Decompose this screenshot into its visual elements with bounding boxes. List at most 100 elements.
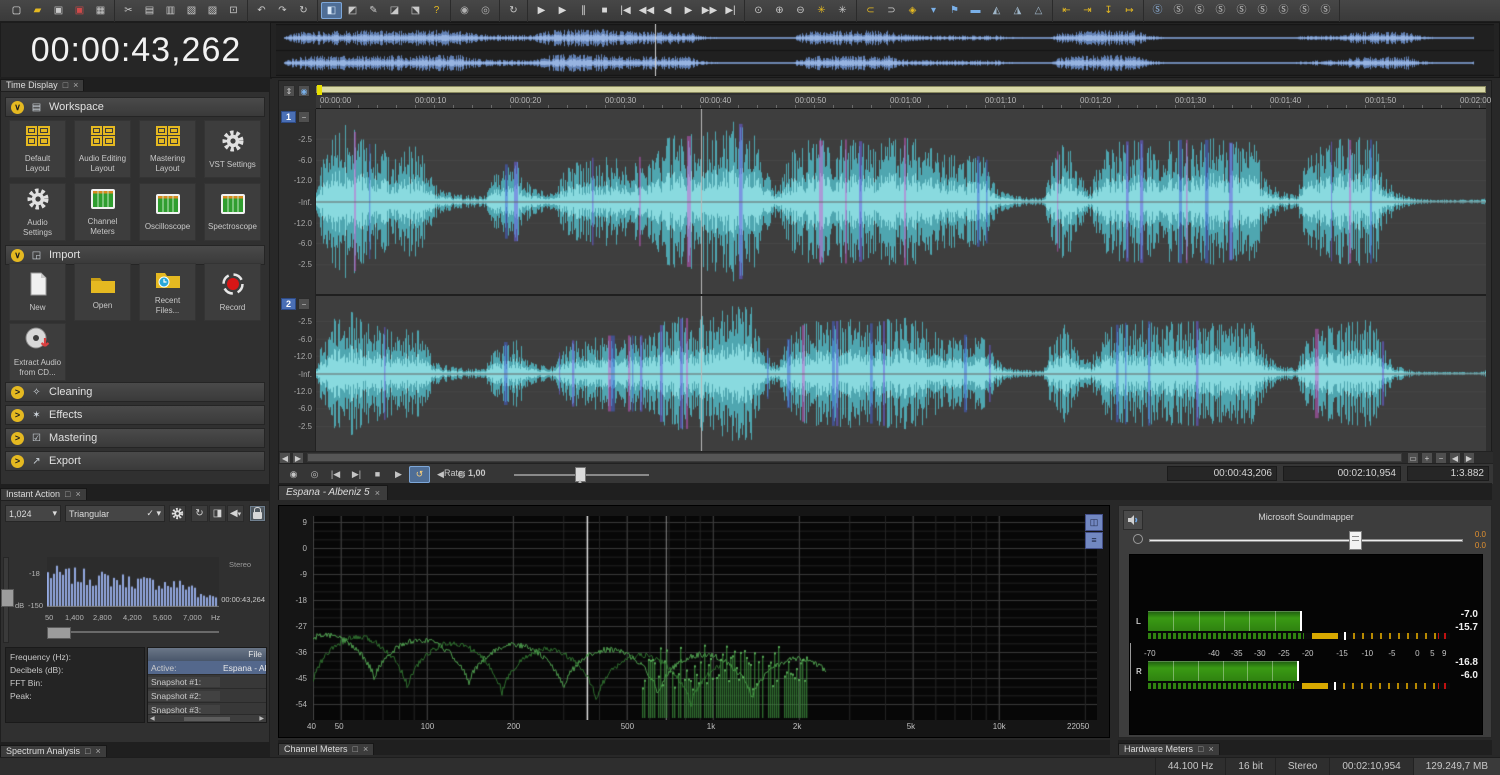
window-type-select[interactable]: Triangular ✓ ▾ [65,505,165,522]
spectroscope-button[interactable]: Spectroscope [204,183,261,241]
section-cleaning[interactable]: > ✧ Cleaning [5,382,265,402]
paste-to-new-icon[interactable]: ▨ [202,2,223,19]
scroll-thumb[interactable] [307,453,1402,462]
open-file-icon[interactable]: ▰ [27,2,48,19]
loop-record-button[interactable]: ◎ [304,466,325,483]
total-time-box[interactable]: 00:02:10,954 [1283,466,1401,481]
loop-playback-button[interactable]: ↺ [409,465,430,483]
step-forward-icon[interactable]: ▶ [678,2,699,19]
script-button-7[interactable]: Ⓢ [1273,2,1294,19]
tab-spectrum-analysis[interactable]: Spectrum Analysis □ × [0,745,107,757]
refresh-icon[interactable]: ↻ [503,2,524,19]
loop-selection-icon[interactable]: ⊃ [881,2,902,19]
expand-arrow-icon[interactable]: > [11,408,24,422]
channel-2-badge[interactable]: 2 [281,298,296,310]
expand-arrow-icon[interactable]: > [11,431,24,445]
expand-arrow-icon[interactable]: > [11,385,24,399]
tab-channel-me​ters[interactable]: Channel Meters □ × [278,743,375,755]
script-button-2[interactable]: Ⓢ [1168,2,1189,19]
new-button[interactable]: New [9,263,66,321]
save-icon[interactable]: ▣ [48,2,69,19]
close-icon[interactable]: × [1208,744,1213,754]
meter-option-button-1[interactable]: ◫ [1085,514,1103,531]
repeat-icon[interactable]: ↻ [293,2,314,19]
monitor-playback-button[interactable]: ◀ ▾ [227,505,244,522]
channel-1-minimize-icon[interactable]: − [298,111,310,123]
spectrum-analyzer-plot[interactable] [313,516,1097,720]
table-row[interactable]: Snapshot #2: [148,689,266,703]
settings-gear-button[interactable] [169,505,186,522]
zoom-in-icon[interactable]: ⊕ [769,2,790,19]
close-icon[interactable]: × [95,746,100,756]
redo-icon[interactable]: ↷ [272,2,293,19]
auto-return-icon[interactable]: ↧ [1098,2,1119,19]
close-icon[interactable]: × [75,489,80,499]
record-button[interactable]: Record [204,263,261,321]
snapshot-table-header[interactable]: File [148,648,266,661]
section-export[interactable]: > ↗ Export [5,451,265,471]
levels-icon[interactable]: △ [1028,2,1049,19]
overview-waveform[interactable] [276,24,1494,76]
channel-1-badge[interactable]: 1 [281,111,296,123]
fast-forward-icon[interactable]: ▶▶ [699,2,720,19]
workspace-section-header[interactable]: ∨ ▤ Workspace [5,97,265,117]
cursor-time-box[interactable]: 00:00:43,206 [1167,466,1277,481]
edit-sample-icon[interactable]: ⇕ [283,85,295,97]
channel-2-minimize-icon[interactable]: − [298,298,310,310]
save-as-icon[interactable]: ▣ [69,2,90,19]
lock-button[interactable] [249,505,266,522]
marker-lock-icon[interactable]: ⇤ [1056,2,1077,19]
expand-arrow-icon[interactable]: > [11,454,24,468]
meter-option-button-2[interactable]: ≡ [1085,532,1103,549]
jam-sync-icon[interactable]: ◉ [454,2,475,19]
float-window-icon[interactable]: □ [63,80,68,90]
time-ruler[interactable]: 00:00:00 00:00:10 00:00:20 00:00:30 00:00:40… [316,95,1491,109]
zoom-out-icon[interactable]: ⊖ [790,2,811,19]
close-icon[interactable]: × [73,80,78,90]
float-window-icon[interactable]: □ [1198,744,1203,754]
gain-slider-handle[interactable] [1349,531,1362,550]
paste-icon[interactable]: ▥ [160,2,181,19]
play-normal-icon[interactable]: ▶ [531,2,552,19]
stop-icon[interactable]: ■ [594,2,615,19]
go-to-end-icon[interactable]: ▶| [720,2,741,19]
snapshot-button[interactable]: ◨ [209,505,226,522]
rewind-icon[interactable]: ◀◀ [636,2,657,19]
go-to-start-icon[interactable]: |◀ [615,2,636,19]
channel-meters-button[interactable]: Channel Meters [74,183,131,241]
script-button-1[interactable]: Ⓢ [1147,2,1168,19]
tab-document[interactable]: Espana - Albeniz 5 × [278,485,388,500]
table-row[interactable]: Snapshot #1: [148,675,266,689]
section-mastering[interactable]: > ☑ Mastering [5,428,265,448]
region-lock-icon[interactable]: ⇥ [1077,2,1098,19]
zoom-ratio-box[interactable]: 1:3.882 [1407,466,1489,481]
meter-display[interactable]: L -70 -40 -35 -30 -25 -20 -15 -10 -5 0 5 9 R -7.0 -… [1129,554,1483,735]
play-all-icon[interactable]: ▶ [552,2,573,19]
spectrum-histogram[interactable] [47,557,219,607]
step-back-icon[interactable]: ◀ [657,2,678,19]
table-scrollbar[interactable]: ◀ ▶ [148,714,266,722]
auto-scroll-icon[interactable]: ↦ [1119,2,1140,19]
script-button-6[interactable]: Ⓢ [1252,2,1273,19]
audio-editing-layout-button[interactable]: Audio Editing Layout [74,120,131,178]
undo-icon[interactable]: ↶ [251,2,272,19]
horizontal-scroll-track[interactable] [47,631,219,633]
pencil-tool-icon[interactable]: ✎ [363,2,384,19]
cut-icon[interactable]: ✂ [118,2,139,19]
extract-audio-cd-button[interactable]: Extract Audio from CD... [9,323,66,381]
script-button-9[interactable]: Ⓢ [1315,2,1336,19]
tab-time-display[interactable]: Time Display □ × [0,79,85,91]
flag-icon[interactable]: ⚑ [944,2,965,19]
envelope-tool-icon[interactable]: ◪ [384,2,405,19]
default-layout-button[interactable]: Default Layout [9,120,66,178]
multichannel-icon[interactable]: ◎ [475,2,496,19]
vst-settings-button[interactable]: VST Settings [204,120,261,178]
position-indicator-bar[interactable] [316,85,1486,95]
script-button-4[interactable]: Ⓢ [1210,2,1231,19]
pause-icon[interactable]: ∥ [573,2,594,19]
collapse-arrow-icon[interactable]: ∨ [11,100,24,114]
selection-tool-icon[interactable]: ⬔ [405,2,426,19]
gain-link-icon[interactable] [1133,534,1143,544]
waveform-channel-2[interactable] [316,296,1486,451]
go-to-start-button[interactable]: |◀ [325,466,346,483]
